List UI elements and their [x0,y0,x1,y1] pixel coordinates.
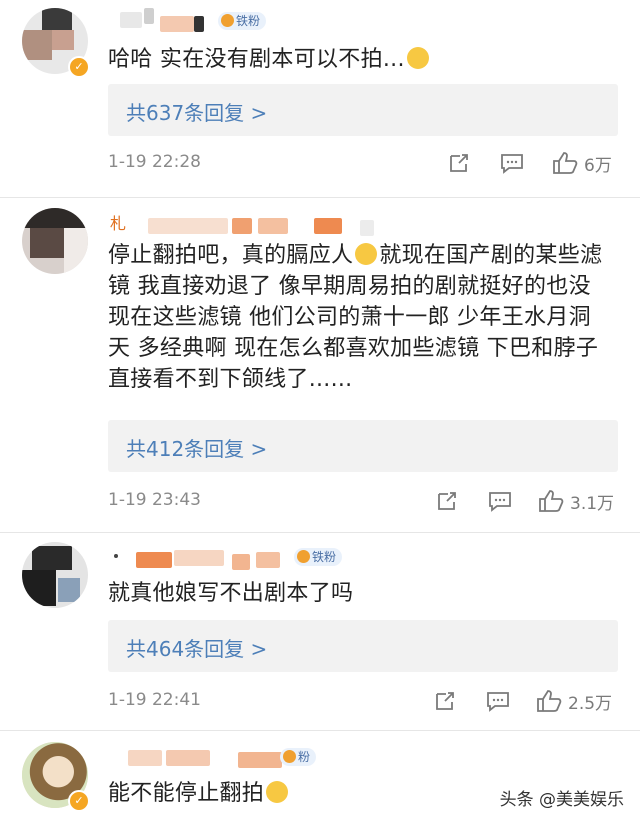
comment-button[interactable] [500,148,524,178]
comment-meta: 1-19 22:28 6万 [108,148,618,178]
comment-button[interactable] [486,686,510,716]
like-count: 2.5万 [568,693,613,714]
avatar[interactable] [22,542,88,608]
username[interactable]: 札 [108,210,408,236]
divider [0,197,640,198]
verified-icon: ✓ [68,56,90,78]
comment-icon [487,692,509,712]
share-icon [438,492,456,510]
divider [0,730,640,731]
like-count: 6万 [584,155,612,176]
replies-link[interactable]: 共464条回复 > [108,620,618,672]
username[interactable]: 粉 [108,746,368,770]
comment-icon [501,154,523,174]
comment-text: 哈哈 实在没有剧本可以不拍... [108,44,612,75]
comment-1: ✓ 铁粉 哈哈 实在没有剧本可以不拍... 共637条回复 > 1-19 22:… [0,0,640,200]
timestamp: 1-19 22:41 [108,690,201,710]
like-icon [539,490,564,512]
comment-button[interactable] [488,486,512,516]
share-icon [450,154,468,172]
replies-link[interactable]: 共412条回复 > [108,420,618,472]
comment-icon [489,492,511,512]
comment-meta: 1-19 23:43 3.1万 [108,486,618,516]
emoji-icon [406,47,429,69]
fan-badge: 铁粉 [218,12,267,30]
watermark: 头条 @美美娱乐 [499,790,624,810]
username[interactable]: 铁粉 [108,8,308,32]
like-icon [537,690,562,712]
laugh-cry-emoji-icon [355,243,378,265]
verified-icon: ✓ [68,790,90,812]
replies-link[interactable]: 共637条回复 > [108,84,618,136]
timestamp: 1-19 22:28 [108,152,201,172]
comment-2: 札 停止翻拍吧，真的膈应人 就现在国产剧的某些滤镜 我直接劝退了 像早期周易拍的剧… [0,200,640,530]
divider [0,532,640,533]
crying-emoji-icon [266,781,289,803]
comment-text: 停止翻拍吧，真的膈应人 就现在国产剧的某些滤镜 我直接劝退了 像早期周易拍的剧就挺… [108,243,603,392]
like-icon [553,152,578,174]
avatar[interactable] [22,208,88,274]
comment-meta: 1-19 22:41 2.5万 [108,686,618,716]
comment-text: 就真他娘写不出剧本了吗 [108,581,354,606]
username-initial: 札 [110,214,127,233]
share-button[interactable] [436,486,458,516]
share-button[interactable] [448,148,470,178]
like-button[interactable]: 2.5万 [536,686,612,716]
comment-3: 铁粉 就真他娘写不出剧本了吗 共464条回复 > 1-19 22:41 2.5万 [0,534,640,734]
like-button[interactable]: 3.1万 [538,486,614,516]
timestamp: 1-19 23:43 [108,490,201,510]
share-icon [436,692,454,710]
like-count: 3.1万 [570,493,615,514]
fan-badge: 铁粉 [294,548,343,566]
share-button[interactable] [434,686,456,716]
username[interactable]: 铁粉 [108,546,408,570]
fan-badge: 粉 [280,748,317,766]
like-button[interactable]: 6万 [552,148,612,178]
